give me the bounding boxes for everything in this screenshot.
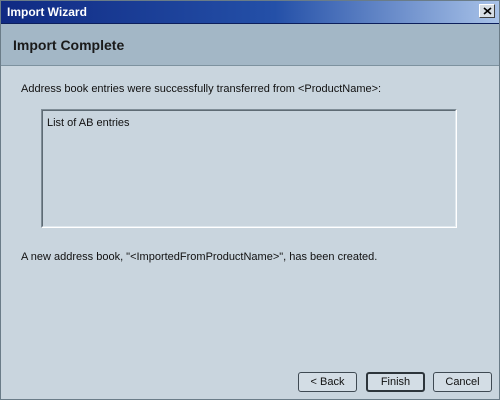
close-button[interactable] [479,4,495,18]
entries-list-frame: List of AB entries [42,110,456,227]
window-title: Import Wizard [7,5,87,19]
close-icon [483,7,492,15]
list-item[interactable]: List of AB entries [47,117,130,130]
title-bar[interactable]: Import Wizard [1,1,499,24]
address-book-created-message: A new address book, "<ImportedFromProduc… [21,251,378,263]
page-title: Import Complete [13,37,125,53]
back-button[interactable]: < Back [298,372,357,392]
import-wizard-window: Import Wizard Import Complete Address bo… [0,0,500,400]
transfer-success-message: Address book entries were successfully t… [21,83,382,95]
wizard-header: Import Complete [1,24,499,66]
finish-button[interactable]: Finish [366,372,425,392]
entries-list[interactable]: List of AB entries [41,109,457,228]
cancel-button[interactable]: Cancel [433,372,492,392]
